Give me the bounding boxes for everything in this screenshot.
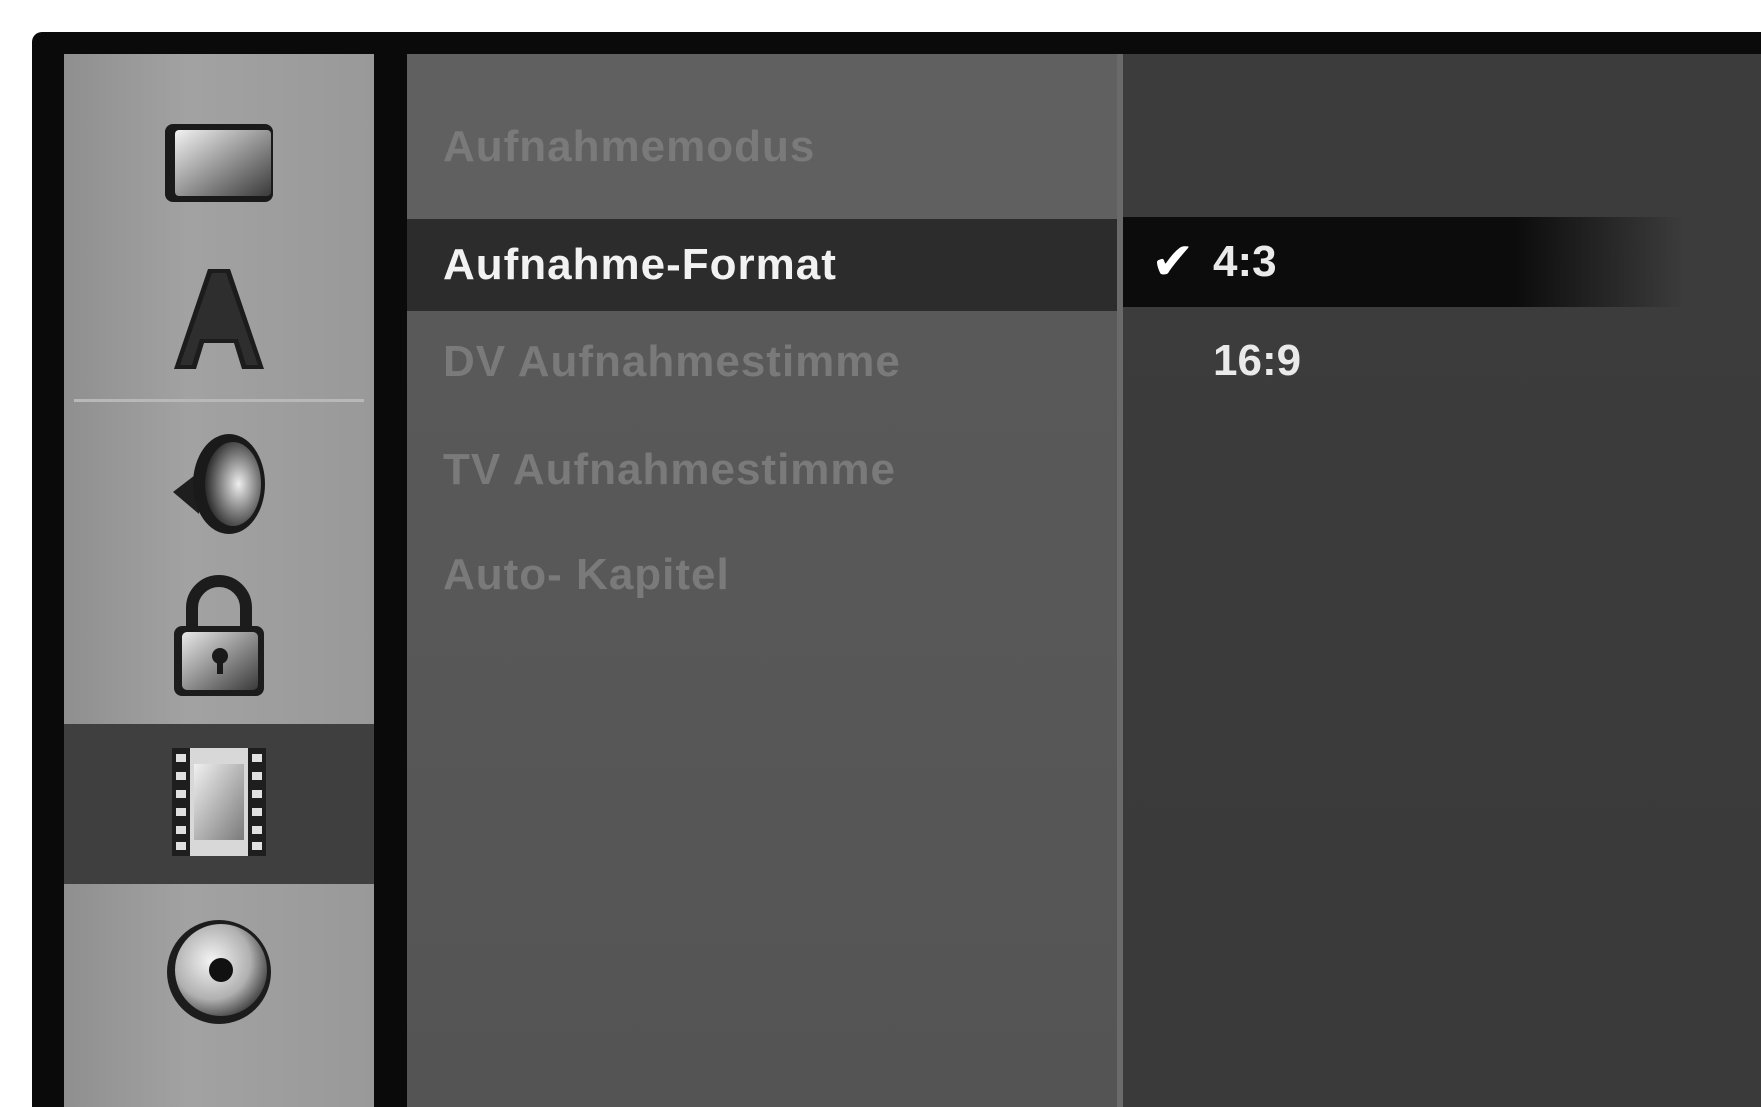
category-lock[interactable] [64,564,374,714]
menu-item-dv-audio[interactable]: DV Aufnahmestimme [407,316,1117,408]
check-icon: ✔ [1151,233,1195,291]
option-16-9[interactable]: 16:9 [1123,316,1683,406]
category-tv[interactable] [64,94,374,239]
menu-item-label: Aufnahme-Format [443,240,837,289]
menu-item-label: Aufnahmemodus [443,121,816,171]
category-disc[interactable] [64,894,374,1054]
options-panel: ✔ 4:3 16:9 [1123,54,1761,1107]
menu-item-recording-mode[interactable]: Aufnahmemodus [407,54,1117,219]
menu-item-auto-chapter[interactable]: Auto- Kapitel [407,529,1117,621]
record-menu-panel: Aufnahmemodus Aufnahme-Format DV Aufnahm… [407,54,1117,1107]
menu-item-tv-audio[interactable]: TV Aufnahmestimme [407,424,1117,516]
padlock-icon [164,572,274,707]
tv-screen-icon [159,114,279,219]
menu-item-recording-format[interactable]: Aufnahme-Format [407,219,1117,311]
option-label: 4:3 [1213,237,1277,286]
option-label: 16:9 [1213,336,1302,385]
menu-item-label: DV Aufnahmestimme [443,337,901,386]
category-audio[interactable] [64,409,374,559]
osd-setup-screen: Aufnahmemodus Aufnahme-Format DV Aufnahm… [32,32,1761,1107]
disc-icon [159,912,279,1037]
category-divider [74,399,364,402]
menu-item-label: TV Aufnahmestimme [443,445,897,494]
setup-category-bar [64,54,374,1107]
film-record-icon [164,742,274,867]
menu-item-label: Auto- Kapitel [443,550,730,599]
language-letter-a-icon [164,259,274,384]
speaker-audio-icon [159,422,279,547]
option-4-3[interactable]: ✔ 4:3 [1123,217,1683,307]
category-record[interactable] [64,724,374,884]
category-language[interactable] [64,249,374,394]
